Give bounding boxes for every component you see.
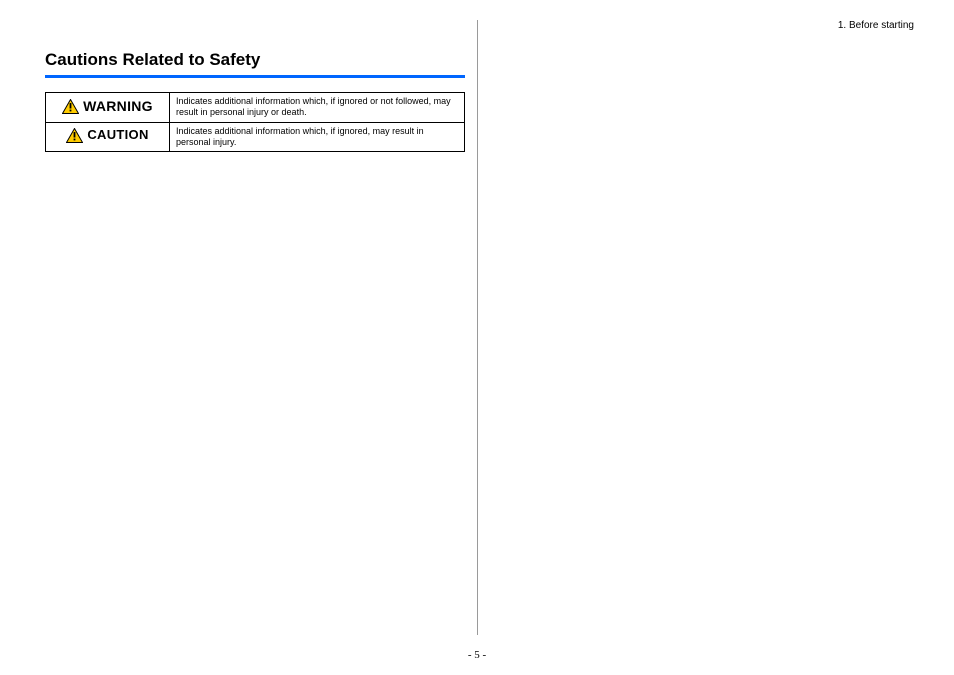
warning-label-cell: WARNING	[46, 93, 170, 123]
left-column: Cautions Related to Safety WARNING	[45, 50, 465, 152]
table-row: WARNING Indicates additional information…	[46, 93, 465, 123]
caution-label: CAUTION	[66, 127, 148, 143]
header-section-label: 1. Before starting	[838, 20, 914, 31]
caution-triangle-icon	[66, 128, 83, 143]
caution-label-cell: CAUTION	[46, 122, 170, 152]
caution-description-cell: Indicates additional information which, …	[170, 122, 465, 152]
safety-table: WARNING Indicates additional information…	[45, 92, 465, 152]
page-title: Cautions Related to Safety	[45, 50, 465, 75]
caution-label-text: CAUTION	[87, 127, 148, 143]
warning-label-text: WARNING	[83, 98, 153, 116]
page-number: - 5 -	[0, 649, 954, 661]
warning-triangle-icon	[62, 99, 79, 114]
warning-label: WARNING	[62, 98, 153, 116]
column-divider	[477, 20, 478, 635]
page: 1. Before starting Cautions Related to S…	[0, 0, 954, 675]
table-row: CAUTION Indicates additional information…	[46, 122, 465, 152]
title-underline	[45, 75, 465, 78]
warning-description-cell: Indicates additional information which, …	[170, 93, 465, 123]
